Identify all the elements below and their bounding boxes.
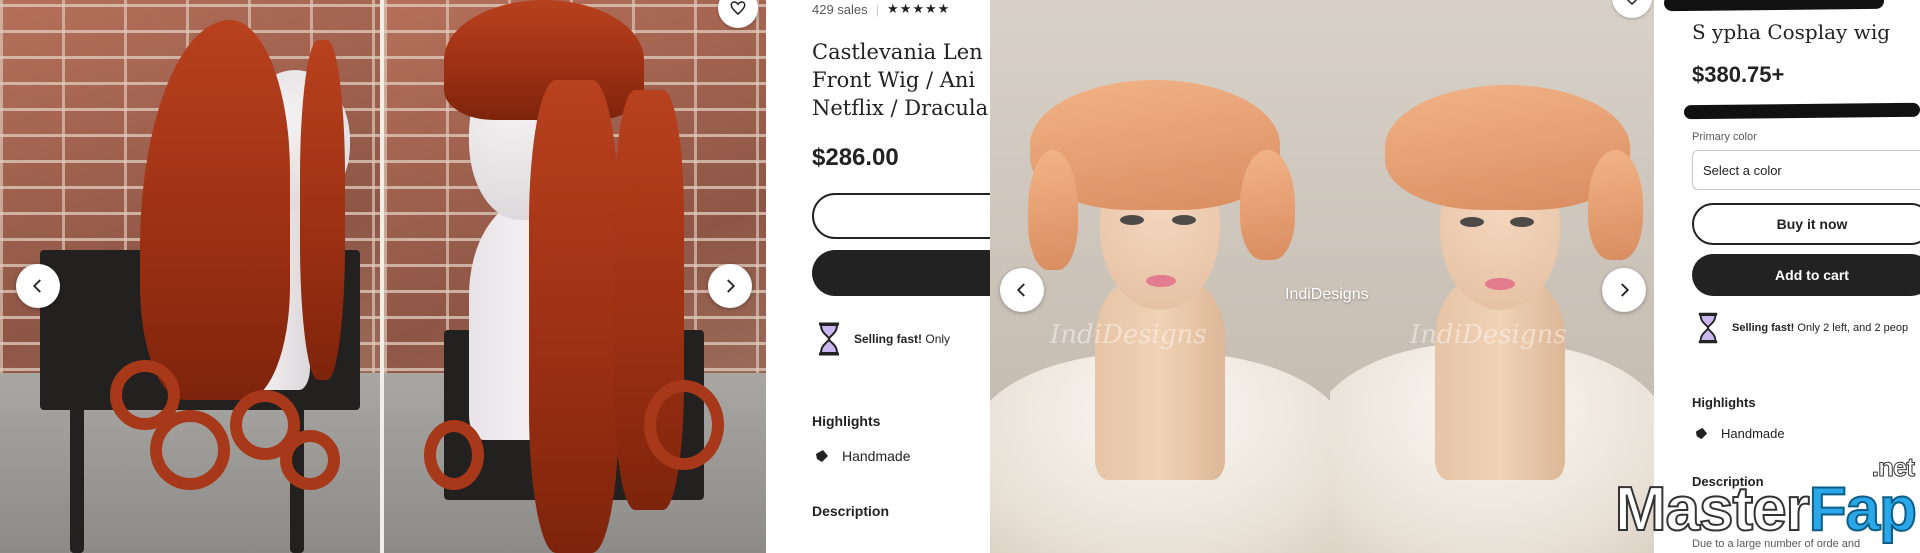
peach-wig-side — [1240, 150, 1295, 260]
star-rating: ★★★★★ — [887, 1, 951, 16]
hourglass-icon — [1698, 312, 1718, 344]
selling-fast-text: Only 2 left, and 2 peop — [1797, 322, 1909, 334]
mannequin-neck — [1095, 280, 1225, 480]
lips — [1146, 275, 1176, 287]
listing-title-line-3: Netflix / Dracula — [812, 96, 989, 120]
selling-fast-label: Selling fast! — [1732, 322, 1795, 334]
site-logo: MasterFap .net — [1614, 452, 1918, 546]
mannequin-neck — [1435, 280, 1565, 480]
left-product-gallery — [0, 0, 766, 553]
listing-title: S ypha Cosplay wig — [1692, 20, 1891, 44]
photo-watermark: IndiDesigns — [1050, 320, 1207, 350]
prev-image-button[interactable] — [1000, 268, 1044, 312]
left-photo-2 — [384, 0, 766, 553]
chevron-left-icon — [1016, 283, 1025, 297]
curl — [424, 420, 484, 490]
selling-fast-text: Only — [925, 332, 951, 346]
logo-suffix: .net — [1871, 452, 1915, 483]
color-select[interactable]: Select a color — [1692, 150, 1920, 190]
next-image-button[interactable] — [708, 264, 752, 308]
shop-label: IndiDesigns — [1285, 286, 1369, 303]
red-wig-strand — [529, 80, 619, 553]
redaction-scribble — [1683, 102, 1920, 120]
prev-image-button[interactable] — [16, 264, 60, 308]
listing-price: $380.75+ — [1692, 62, 1785, 87]
highlights-heading: Highlights — [1692, 395, 1756, 410]
buy-now-button[interactable]: Buy it now — [1692, 203, 1920, 245]
right-photo-1: IndiDesigns — [990, 0, 1330, 553]
chevron-right-icon — [1621, 283, 1630, 297]
photo-watermark: IndiDesigns — [1410, 320, 1567, 350]
selling-fast-label: Selling fast! — [854, 332, 923, 346]
divider: | — [875, 1, 880, 17]
curl — [280, 430, 340, 490]
curl — [644, 380, 724, 470]
primary-color-label: Primary color — [1692, 131, 1757, 143]
handmade-highlight: Handmade — [1694, 426, 1785, 441]
red-wig — [140, 20, 290, 400]
sales-row: 429 sales | ★★★★★ — [812, 1, 950, 17]
eye — [1460, 217, 1484, 227]
heart-icon — [730, 1, 746, 15]
hand-icon — [1695, 427, 1708, 440]
listing-title-line-2: Front Wig / Ani — [812, 68, 976, 92]
right-product-gallery: IndiDesigns IndiDesigns IndiDesigns — [990, 0, 1654, 553]
red-wig-strand — [300, 40, 345, 380]
hand-icon — [816, 450, 828, 462]
handmade-label: Handmade — [842, 448, 911, 464]
handmade-highlight: Handmade — [814, 448, 911, 464]
highlights-heading: Highlights — [812, 413, 881, 429]
eye — [1120, 215, 1144, 225]
chevron-right-icon — [727, 279, 736, 293]
description-heading: Description — [812, 503, 890, 519]
logo-text-b: Fap — [1808, 474, 1918, 545]
heart-icon — [1626, 0, 1638, 5]
stool-leg — [70, 400, 84, 553]
logo-text-a: Master — [1614, 474, 1811, 545]
listing-title-line-1: Castlevania Len — [812, 40, 983, 64]
redaction-scribble — [1663, 0, 1885, 12]
sales-count: 429 sales — [812, 1, 868, 17]
lips — [1485, 278, 1515, 290]
next-image-button[interactable] — [1602, 268, 1646, 312]
peach-wig-side — [1028, 150, 1078, 270]
eye — [1510, 217, 1534, 227]
selling-fast-row: Selling fast! Only — [816, 322, 950, 356]
add-to-cart-button[interactable]: Add to cart — [1692, 254, 1920, 296]
hourglass-icon — [819, 322, 839, 356]
handmade-label: Handmade — [1721, 426, 1785, 441]
peach-wig-side — [1588, 150, 1643, 260]
selling-fast-row: Selling fast! Only 2 left, and 2 peop — [1696, 312, 1908, 344]
curl — [150, 410, 230, 490]
add-to-cart-button[interactable] — [812, 250, 990, 296]
left-listing-info: 429 sales | ★★★★★ Castlevania Len Front … — [766, 0, 990, 553]
buy-now-button[interactable] — [812, 193, 990, 239]
chevron-left-icon — [32, 279, 41, 293]
eye — [1172, 215, 1196, 225]
listing-price: $286.00 — [812, 144, 899, 171]
